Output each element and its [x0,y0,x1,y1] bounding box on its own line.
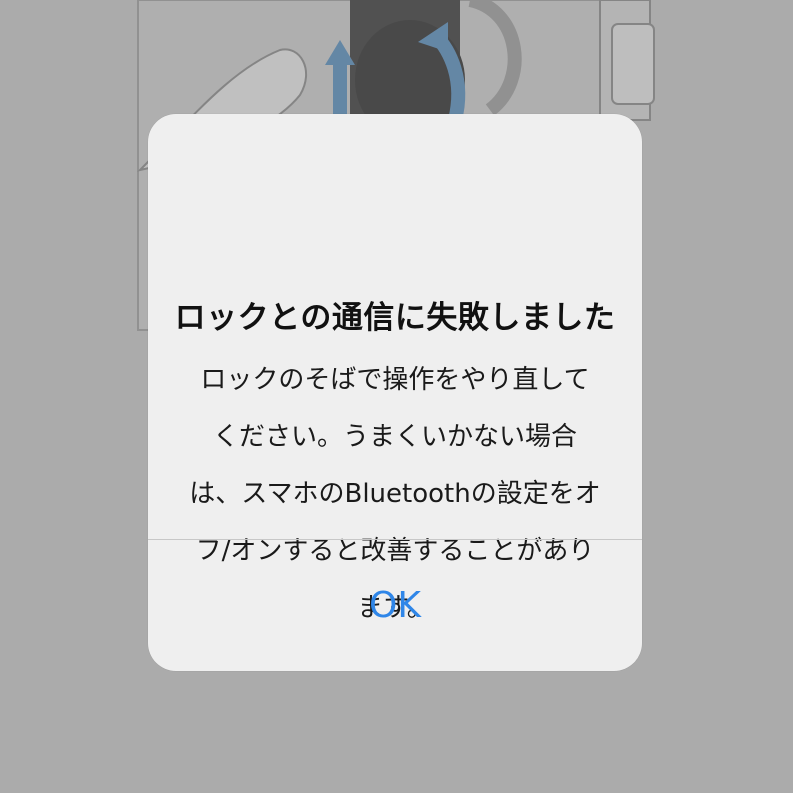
alert-title: ロックとの通信に失敗しました [174,300,616,336]
ok-button[interactable]: OK [148,540,642,671]
app-screen: ロックとの通信に失敗しました ロックのそばで操作をやり直してください。うまくいか… [0,0,793,793]
error-alert-dialog: ロックとの通信に失敗しました ロックのそばで操作をやり直してください。うまくいか… [148,114,642,671]
